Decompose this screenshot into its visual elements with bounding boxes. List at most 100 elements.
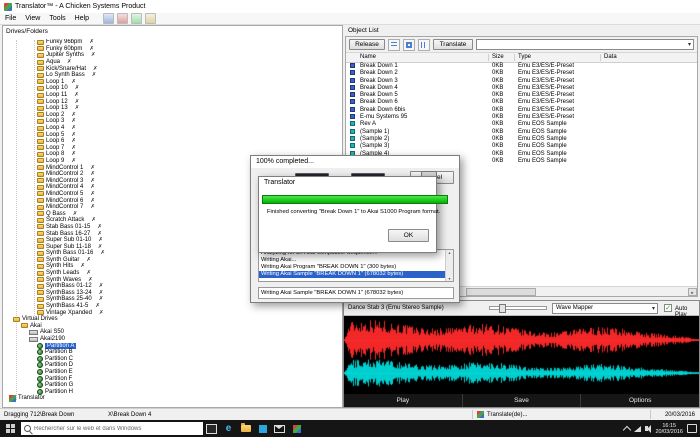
column-size[interactable]: Size [492, 54, 504, 60]
x-mark: ✗ [71, 158, 76, 164]
translator-taskbar-button[interactable] [288, 420, 305, 437]
column-view-icon[interactable] [418, 39, 430, 51]
waveform-display[interactable] [344, 316, 699, 394]
x-mark: ✗ [99, 296, 104, 302]
edge-button[interactable]: e [220, 420, 237, 437]
object-row[interactable]: Break Down 30KBEmu E3/ES/E-Preset [346, 78, 696, 85]
object-row[interactable]: Break Down 50KBEmu E3/ES/E-Preset [346, 92, 696, 99]
object-row[interactable]: (Sample 2)0KBEmu EOS Sample [346, 136, 696, 143]
tree-virtual-drives[interactable]: Virtual Drives [3, 316, 341, 323]
tree-folder[interactable]: Kick/Snare/Hat✗ [3, 65, 341, 72]
tree-translator[interactable]: Translator [3, 395, 341, 402]
object-type: Emu EOS Sample [518, 129, 567, 136]
mail-button[interactable] [271, 420, 288, 437]
tree-partition[interactable]: Partition D [3, 362, 341, 369]
object-row[interactable]: Break Down 60KBEmu E3/ES/E-Preset [346, 99, 696, 106]
tree-folder[interactable]: Vintage Xpanded✗ [3, 309, 341, 316]
tree-folder[interactable]: Loop 11✗ [3, 92, 341, 99]
log-scrollbar[interactable]: ▴▾ [445, 250, 453, 281]
sample-icon [350, 136, 355, 141]
search-input[interactable] [21, 425, 201, 433]
scroll-up-icon[interactable]: ▴ [446, 250, 453, 255]
taskbar-clock[interactable]: 16:15 20/03/2016 [655, 423, 683, 435]
toolbar-icon-4[interactable] [145, 13, 156, 24]
object-row[interactable]: Break Down 10KBEmu E3/ES/E-Preset [346, 63, 696, 70]
menu-view[interactable]: View [25, 15, 40, 22]
tree-folder[interactable]: Loop 13✗ [3, 105, 341, 112]
release-button[interactable]: Release [349, 39, 385, 50]
x-mark: ✗ [93, 66, 98, 72]
tree-folder[interactable]: Funky 96bpm✗ [3, 39, 341, 46]
object-row[interactable]: E-mu Systems 950KBEmu E3/ES/E-Preset [346, 114, 696, 121]
task-view-button[interactable] [203, 420, 220, 437]
object-type: Emu E3/ES/E-Preset [518, 92, 574, 99]
tree-folder[interactable]: Loop 12✗ [3, 98, 341, 105]
toolbar-icon-3[interactable] [131, 13, 142, 24]
slider-thumb[interactable] [499, 304, 506, 313]
object-row[interactable]: Rev A0KBEmu EOS Sample [346, 121, 696, 128]
column-type[interactable]: Type [518, 54, 531, 60]
list-view-icon[interactable] [388, 39, 400, 51]
tree-partition[interactable]: Partition A [3, 342, 341, 349]
toolbar-icon-1[interactable] [103, 13, 114, 24]
tree-virtual-drive[interactable]: Akai2190 [3, 336, 341, 343]
tree-folder[interactable]: Jupiter Synths✗ [3, 52, 341, 59]
column-data[interactable]: Data [604, 54, 617, 60]
action-center-icon[interactable] [687, 424, 697, 433]
tree-folder[interactable]: Loop 2✗ [3, 112, 341, 119]
tree-virtual-drive[interactable]: Akai S50 [3, 329, 341, 336]
tree-folder[interactable]: Lo Synth Bass✗ [3, 72, 341, 79]
x-mark: ✗ [71, 151, 76, 157]
tree-partition[interactable]: Partition H [3, 388, 341, 395]
tree-partition[interactable]: Partition E [3, 369, 341, 376]
tree-item-label: Loop 6 [46, 138, 64, 144]
progress-bar-fill [263, 196, 447, 203]
menu-tools[interactable]: Tools [49, 15, 65, 22]
object-row[interactable]: (Sample 1)0KBEmu EOS Sample [346, 129, 696, 136]
tree-folder[interactable]: Loop 3✗ [3, 118, 341, 125]
tray-expand-icon[interactable] [623, 425, 631, 433]
scrollbar-thumb[interactable] [466, 288, 536, 296]
tree-folder[interactable]: Loop 10✗ [3, 85, 341, 92]
tree-folder[interactable]: Loop 1✗ [3, 79, 341, 86]
volume-icon[interactable] [645, 426, 648, 431]
tree-akai[interactable]: Akai [3, 323, 341, 330]
tree-partition[interactable]: Partition G [3, 382, 341, 389]
tree-folder[interactable]: Funky 60bpm✗ [3, 46, 341, 53]
tree-folder[interactable]: Loop 4✗ [3, 125, 341, 132]
wave-options-button[interactable]: Options [581, 394, 699, 407]
wave-play-button[interactable]: Play [344, 394, 463, 407]
tree-folder[interactable]: Loop 6✗ [3, 138, 341, 145]
store-button[interactable] [254, 420, 271, 437]
tree-folder[interactable]: Aqua✗ [3, 59, 341, 66]
object-row[interactable]: Break Down 20KBEmu E3/ES/E-Preset [346, 70, 696, 77]
autoplay-checkbox[interactable]: ✓ [664, 304, 672, 312]
object-row[interactable]: (Sample 3)0KBEmu EOS Sample [346, 143, 696, 150]
translate-button[interactable]: Translate [433, 39, 473, 50]
ok-button[interactable]: OK [388, 229, 429, 242]
tree-folder[interactable]: Loop 5✗ [3, 131, 341, 138]
format-select[interactable] [476, 39, 694, 50]
grid-view-icon[interactable] [403, 39, 415, 51]
tree-folder[interactable]: SynthBass 41-5✗ [3, 303, 341, 310]
menu-file[interactable]: File [5, 15, 16, 22]
tree-folder[interactable]: Loop 7✗ [3, 145, 341, 152]
scroll-down-icon[interactable]: ▾ [446, 276, 453, 281]
taskbar-search[interactable] [21, 422, 203, 435]
object-row[interactable]: Break Down 40KBEmu E3/ES/E-Preset [346, 85, 696, 92]
network-icon[interactable] [634, 426, 641, 432]
toolbar-icon-2[interactable] [117, 13, 128, 24]
wave-zoom-slider[interactable] [489, 306, 547, 310]
tree-partition[interactable]: Partition C [3, 356, 341, 363]
file-explorer-button[interactable] [237, 420, 254, 437]
menu-help[interactable]: Help [75, 15, 89, 22]
wave-save-button[interactable]: Save [463, 394, 582, 407]
scroll-right-icon[interactable]: ► [688, 288, 697, 296]
tree-partition[interactable]: Partition B [3, 349, 341, 356]
column-name[interactable]: Name [360, 54, 376, 60]
log-line-highlighted: Writing Akai Sample "BREAK DOWN 1" (6780… [259, 271, 453, 278]
object-row[interactable]: Break Down 6bis0KBEmu E3/ES/E-Preset [346, 107, 696, 114]
tree-partition[interactable]: Partition F [3, 375, 341, 382]
wave-mapper-select[interactable]: Wave Mapper [552, 303, 658, 314]
start-button[interactable] [0, 420, 20, 437]
